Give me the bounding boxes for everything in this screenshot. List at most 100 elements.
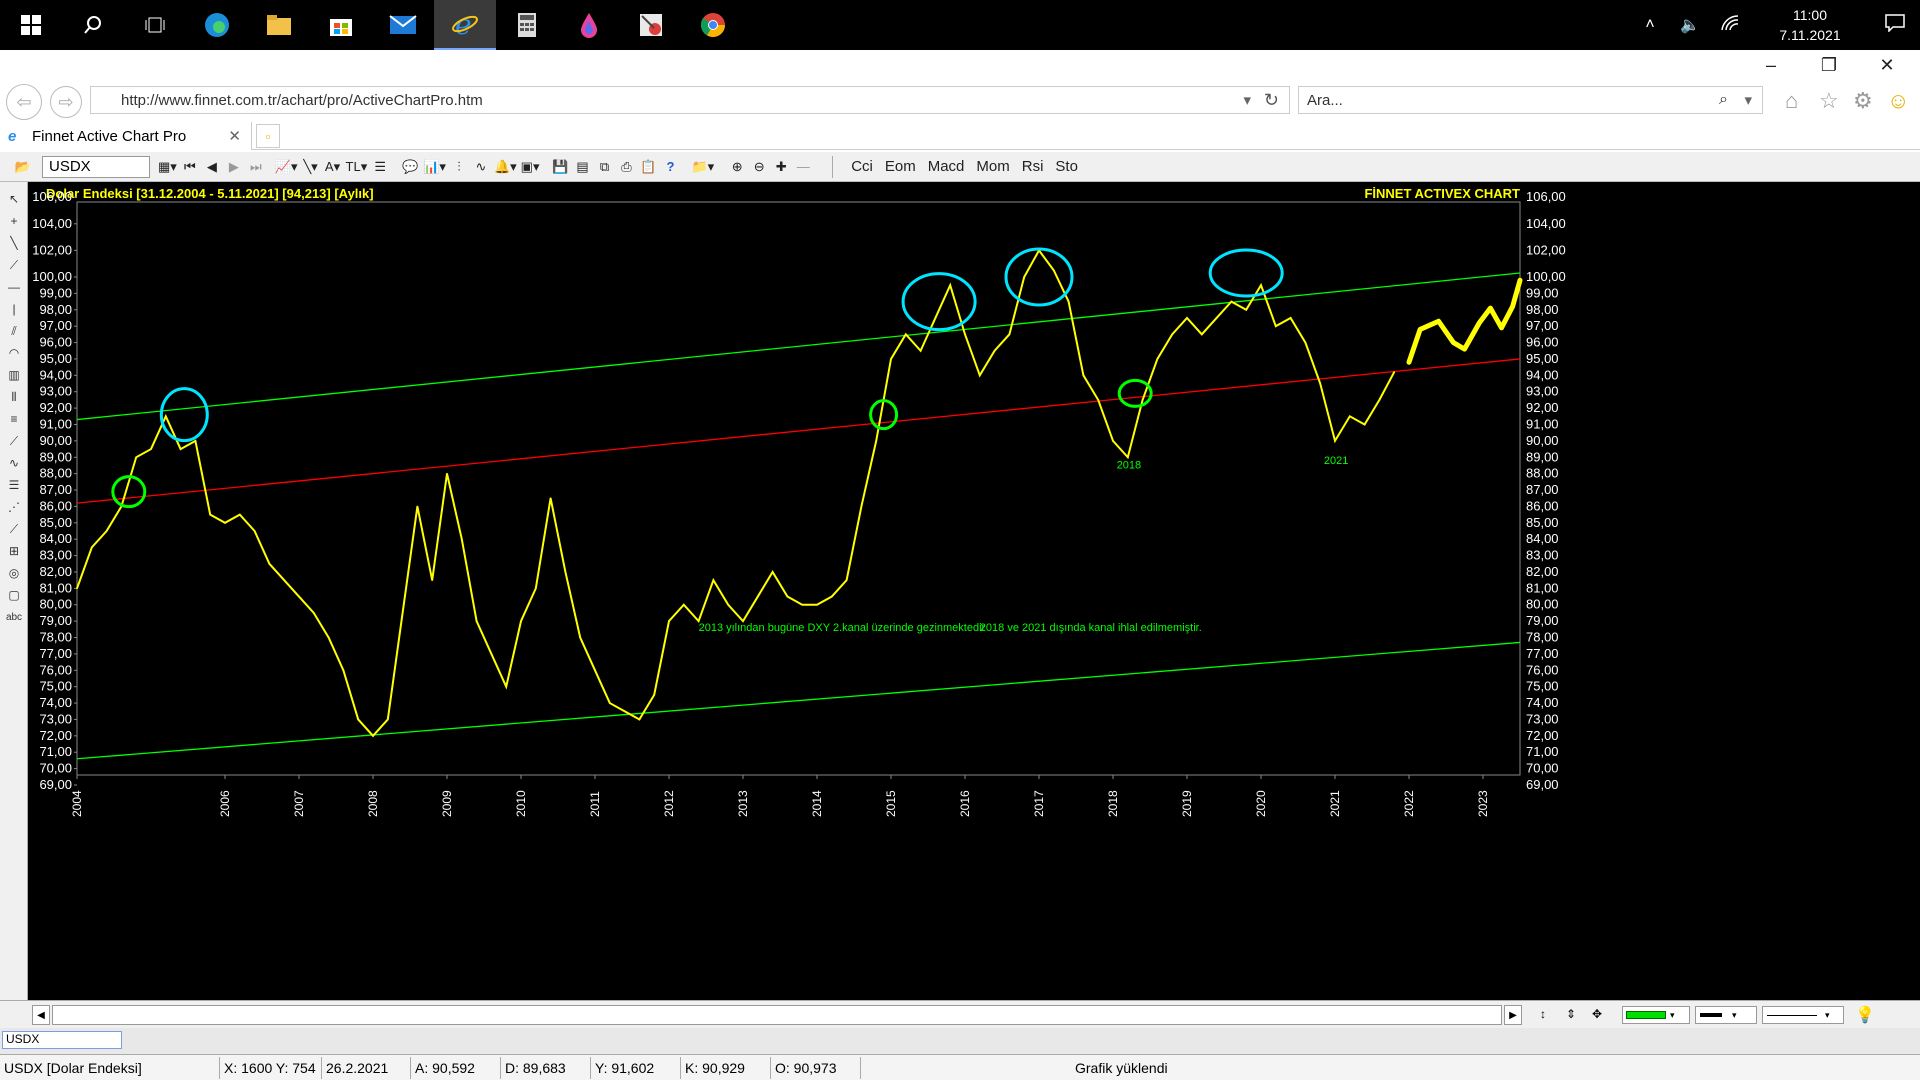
image-icon[interactable]: ▣▾ <box>519 155 542 179</box>
zoom-in-icon[interactable]: ⊕ <box>726 155 748 179</box>
minimize-button[interactable]: – <box>1742 50 1800 80</box>
wave-icon[interactable]: ∿ <box>0 452 28 474</box>
scroll-right-button[interactable]: ▶ <box>1504 1005 1522 1025</box>
arc-icon[interactable]: ◠ <box>0 342 28 364</box>
indicator-rsi[interactable]: Rsi <box>1016 158 1050 175</box>
internet-explorer-icon[interactable]: e <box>434 0 496 50</box>
chart-area[interactable]: ↖ + ╲ ⟋ — | ⫽ ◠ ▥ ⦀ ≡ ⟋ ∿ ☰ ⋰ ⟋ ⊞ ◎ ▢ ab… <box>0 182 1920 1000</box>
refresh-icon[interactable]: ↻ <box>1264 90 1279 111</box>
new-tab-button[interactable]: ▫ <box>256 124 280 148</box>
indicator-mom[interactable]: Mom <box>970 158 1015 175</box>
snipping-tool-icon[interactable] <box>620 0 682 50</box>
windows-start-icon[interactable] <box>0 0 62 50</box>
close-button[interactable]: ✕ <box>1858 50 1916 80</box>
store-icon[interactable] <box>310 0 372 50</box>
pointer-icon[interactable]: ↖ <box>0 188 28 210</box>
fan-icon[interactable]: ⟋ <box>0 430 28 452</box>
settings-icon[interactable]: ⚙ <box>1853 88 1873 114</box>
tab-finnet[interactable]: e Finnet Active Chart Pro ✕ <box>0 122 252 150</box>
export-icon[interactable]: 📁▾ <box>689 155 716 179</box>
alarm-icon[interactable]: 🔔▾ <box>492 155 519 179</box>
edge-icon[interactable] <box>186 0 248 50</box>
zoom-out-icon[interactable]: ⊖ <box>748 155 770 179</box>
speed-lines-icon[interactable]: ⋰ <box>0 496 28 518</box>
layout-icon[interactable]: ▤ <box>571 155 593 179</box>
ray-icon[interactable]: ⟋ <box>0 254 28 276</box>
next-icon[interactable]: ▶ <box>223 155 245 179</box>
dash-icon[interactable]: — <box>792 155 814 179</box>
crosshair-icon[interactable]: ✚ <box>770 155 792 179</box>
paste-icon[interactable]: 📋 <box>637 155 659 179</box>
indicator-macd[interactable]: Macd <box>922 158 971 175</box>
hline-icon[interactable]: — <box>0 276 28 298</box>
chart-type-icon[interactable]: 📈▾ <box>273 155 300 179</box>
gann-icon[interactable]: ⊞ <box>0 540 28 562</box>
search-field[interactable]: Ara... ⌕ ▾ <box>1298 86 1763 114</box>
url-field[interactable]: http://www.finnet.com.tr/achart/pro/Acti… <box>90 86 1290 114</box>
last-icon[interactable]: ⏭ <box>245 155 267 179</box>
menu-lines-icon[interactable]: ☰ <box>369 155 391 179</box>
back-button[interactable]: ⇦ <box>6 84 42 120</box>
mail-icon[interactable] <box>372 0 434 50</box>
search-dropdown-icon[interactable]: ▾ <box>1744 91 1752 109</box>
indicator-cci[interactable]: Cci <box>845 158 879 175</box>
print-icon[interactable]: ⎙ <box>615 155 637 179</box>
save-icon[interactable]: 💾 <box>549 155 571 179</box>
forward-button[interactable]: ⇨ <box>50 86 82 118</box>
home-icon[interactable]: ⌂ <box>1785 88 1798 114</box>
favorites-icon[interactable]: ☆ <box>1819 88 1839 114</box>
sheet-tab-usdx[interactable]: USDX <box>2 1031 122 1049</box>
expand-vertical-icon[interactable]: ↕ <box>1540 1007 1546 1021</box>
search-icon[interactable] <box>62 0 124 50</box>
ellipse-icon[interactable]: ◎ <box>0 562 28 584</box>
fib-icon[interactable]: ≡ <box>0 408 28 430</box>
indicator-icon[interactable]: ∿ <box>470 155 492 179</box>
task-view-icon[interactable] <box>124 0 186 50</box>
scroll-left-button[interactable]: ◀ <box>32 1005 50 1025</box>
comment-icon[interactable]: 💬 <box>399 155 421 179</box>
cycle-lines-icon[interactable]: ▥ <box>0 364 28 386</box>
chevron-up-icon[interactable]: ˄ <box>1630 16 1670 34</box>
prev-icon[interactable]: ◀ <box>201 155 223 179</box>
clock[interactable]: 11:00 7.11.2021 <box>1750 5 1870 45</box>
symbol-input[interactable]: USDX <box>42 155 150 178</box>
chrome-icon[interactable] <box>682 0 744 50</box>
retracement-icon[interactable]: ☰ <box>0 474 28 496</box>
line-width-select[interactable]: ▾ <box>1695 1006 1757 1024</box>
expand-horizontal-icon[interactable]: ⇕ <box>1566 1007 1576 1021</box>
dropdown-icon[interactable]: ▾ <box>1243 91 1251 109</box>
currency-select[interactable]: TL ▾ <box>344 155 370 179</box>
bar-chart-icon[interactable]: 📊▾ <box>421 155 448 179</box>
vertical-lines-icon[interactable]: ⦀ <box>0 386 28 408</box>
maximize-button[interactable]: ❐ <box>1800 50 1858 80</box>
symbol-list-icon[interactable]: ▦▾ <box>156 155 179 179</box>
trendline-icon[interactable]: ╲ <box>0 232 28 254</box>
reset-zoom-icon[interactable]: ✥ <box>1592 1007 1602 1021</box>
indicator-sto[interactable]: Sto <box>1049 158 1084 175</box>
horizontal-scrollbar[interactable] <box>52 1005 1502 1025</box>
copy-icon[interactable]: ⧉ <box>593 155 615 179</box>
price-chart[interactable]: Dolar Endeksi [31.12.2004 - 5.11.2021] [… <box>28 182 1920 1000</box>
line-style-select[interactable]: ▾ <box>1762 1006 1844 1024</box>
regression-icon[interactable]: ⟋ <box>0 518 28 540</box>
line-tool-icon[interactable]: ╲▾ <box>300 155 322 179</box>
bulb-icon[interactable]: 💡 <box>1855 1005 1875 1025</box>
calculator-icon[interactable] <box>496 0 558 50</box>
first-icon[interactable]: ⏮ <box>179 155 201 179</box>
tab-close-icon[interactable]: ✕ <box>228 127 241 145</box>
rectangle-icon[interactable]: ▢ <box>0 584 28 606</box>
help-icon[interactable]: ? <box>659 155 681 179</box>
notifications-icon[interactable] <box>1870 13 1920 37</box>
volume-icon[interactable]: 🔈 <box>1670 15 1710 35</box>
paint-icon[interactable] <box>558 0 620 50</box>
text-label-icon[interactable]: abc <box>0 606 28 628</box>
channel-icon[interactable]: ⫽ <box>0 320 28 342</box>
wifi-icon[interactable] <box>1710 14 1750 36</box>
cross-tool-icon[interactable]: + <box>0 210 28 232</box>
feedback-smiley-icon[interactable]: ☺ <box>1887 88 1909 114</box>
open-folder-icon[interactable]: 📂 <box>12 155 34 179</box>
vline-icon[interactable]: | <box>0 298 28 320</box>
text-tool-icon[interactable]: A▾ <box>322 155 344 179</box>
candle-icon[interactable]: ⫶ <box>448 155 470 179</box>
file-explorer-icon[interactable] <box>248 0 310 50</box>
